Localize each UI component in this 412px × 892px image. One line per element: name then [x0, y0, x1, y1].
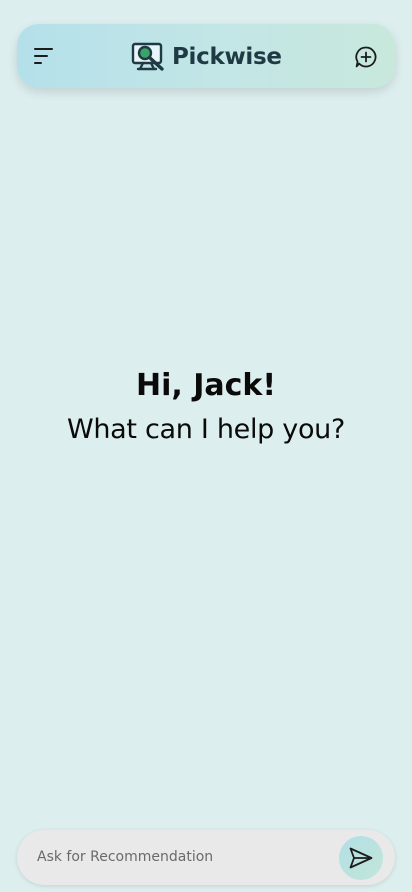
chat-plus-icon: [355, 46, 377, 68]
send-button[interactable]: [339, 836, 383, 880]
app-name: Pickwise: [172, 44, 282, 70]
menu-line-middle: [34, 55, 48, 57]
recommendation-input[interactable]: [37, 844, 327, 870]
greeting: Hi, Jack! What can I help you?: [0, 365, 412, 453]
new-chat-button[interactable]: [354, 45, 378, 69]
composer-bar: [17, 830, 395, 885]
menu-line-top: [34, 48, 53, 50]
greeting-subtitle: What can I help you?: [66, 414, 346, 445]
menu-line-bottom: [34, 62, 42, 64]
brand: Pickwise: [131, 41, 282, 73]
menu-button[interactable]: [31, 44, 57, 68]
monitor-magnifier-icon: [131, 42, 164, 71]
greeting-title: Hi, Jack!: [135, 368, 277, 403]
app-header: Pickwise: [17, 24, 395, 88]
send-arrow-icon: [349, 847, 373, 869]
